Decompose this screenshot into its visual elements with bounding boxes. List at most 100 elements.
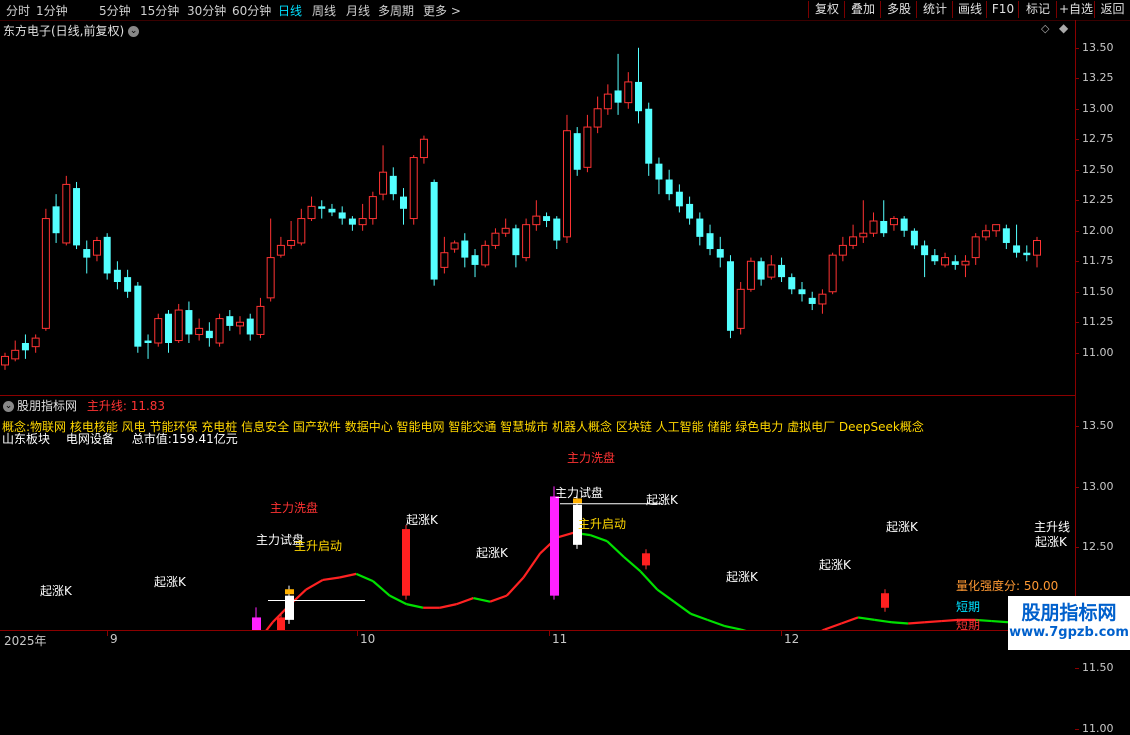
candle — [523, 219, 530, 262]
xaxis-label-sep: 9 — [110, 632, 118, 646]
qizhang-label: 起涨K — [154, 573, 186, 590]
qizhang-label: 起涨K — [476, 544, 508, 561]
candle — [390, 167, 397, 200]
candle — [993, 225, 1000, 237]
zhusheng-line-segment — [992, 621, 1009, 622]
stock-title-text: 东方电子(日线,前复权) — [3, 24, 124, 38]
zhusheng-line-segment — [507, 578, 524, 596]
signal-bar — [881, 589, 889, 612]
price-tick: 13.50 — [1082, 42, 1114, 54]
candle — [921, 241, 928, 278]
overlay-button[interactable]: 叠加 — [844, 1, 881, 18]
candle — [747, 258, 754, 292]
price-tick: 13.25 — [1082, 72, 1114, 84]
candle — [1013, 225, 1020, 258]
period-tab-monthly[interactable]: 月线 — [346, 2, 370, 19]
candle — [1034, 237, 1041, 267]
chevron-down-icon[interactable]: ⌄ — [128, 26, 139, 37]
period-tab-daily[interactable]: 日线 — [278, 2, 302, 19]
candle — [32, 334, 39, 352]
candle — [472, 249, 479, 277]
indicator-tick: 12.50 — [1082, 541, 1114, 553]
indicator-tick: 13.00 — [1082, 481, 1114, 493]
zhusheng-line-segment — [641, 571, 658, 589]
zhusheng-line-segment — [691, 614, 708, 620]
period-tab-1min[interactable]: 1分钟 — [36, 2, 68, 19]
qizhang-label: 起涨K — [819, 556, 851, 573]
settings-icon[interactable]: ◆ — [1059, 21, 1068, 35]
zhusheng-line-segment — [590, 535, 607, 541]
draw-line-button[interactable]: 画线 — [952, 1, 987, 18]
back-button[interactable]: 返回 — [1094, 1, 1130, 18]
price-tick: 12.75 — [1082, 133, 1114, 145]
legend-short-1: 短期 — [956, 598, 980, 615]
candlestick-chart[interactable] — [0, 38, 1075, 393]
mark-button[interactable]: 标记 — [1018, 1, 1057, 18]
statistics-button[interactable]: 统计 — [916, 1, 953, 18]
candle — [594, 97, 601, 134]
signal-bar — [550, 486, 559, 599]
add-watchlist-button[interactable]: +自选 — [1056, 1, 1095, 18]
zhusheng-line-segment — [674, 602, 691, 614]
candle — [216, 314, 223, 347]
candle — [1023, 245, 1030, 261]
candle — [318, 200, 325, 218]
candle — [461, 233, 468, 267]
candle — [798, 282, 805, 302]
period-tab-5min[interactable]: 5分钟 — [99, 2, 131, 19]
f10-button[interactable]: F10 — [986, 1, 1019, 18]
candle — [635, 48, 642, 124]
candle — [512, 225, 519, 268]
fuquan-button[interactable]: 复权 — [808, 1, 845, 18]
zhusheng-line-segment — [891, 622, 908, 623]
candle — [185, 302, 192, 343]
candle — [563, 115, 570, 243]
zhusheng-line-segment — [340, 574, 357, 578]
price-tick: 12.50 — [1082, 164, 1114, 176]
qizhang-label: 起涨K — [726, 568, 758, 585]
candle — [911, 228, 918, 249]
candle — [482, 241, 489, 268]
zhusheng-line-segment — [925, 621, 942, 622]
indicator-chart[interactable] — [0, 396, 1075, 630]
xaxis-tick — [357, 631, 358, 636]
candle — [257, 298, 264, 338]
period-tab-15min[interactable]: 15分钟 — [140, 2, 179, 19]
zhusheng-line-segment — [858, 617, 875, 619]
period-tab-weekly[interactable]: 周线 — [312, 2, 336, 19]
period-tab-60min[interactable]: 60分钟 — [232, 2, 271, 19]
candle — [717, 237, 724, 267]
diamond-icon[interactable]: ◇ — [1041, 22, 1049, 35]
zhusheng-line-segment — [406, 604, 423, 608]
zhusheng-line-segment — [825, 623, 842, 629]
candle — [349, 216, 356, 231]
zhusheng-line-segment — [440, 604, 457, 608]
candle — [277, 237, 284, 258]
price-tick: 12.25 — [1082, 194, 1114, 206]
qizhang-label: 起涨K — [886, 518, 918, 535]
candle — [53, 194, 60, 243]
candle — [175, 304, 182, 343]
period-tab-30min[interactable]: 30分钟 — [187, 2, 226, 19]
watermark: 股朋指标网 www.7gpzb.com — [1008, 596, 1130, 650]
qizhang-label: 起涨K — [406, 511, 438, 528]
candle — [850, 225, 857, 249]
zhusheng-line-segment — [724, 626, 741, 630]
candle — [308, 197, 315, 221]
period-tab-more[interactable]: 更多 > — [423, 2, 461, 19]
candle — [145, 334, 152, 358]
candle — [543, 212, 550, 227]
signal-bar — [252, 607, 261, 630]
watermark-title: 股朋指标网 — [1008, 598, 1130, 625]
qizhang-label: 起涨K — [646, 491, 678, 508]
candle — [339, 206, 346, 224]
candle — [860, 200, 867, 243]
candle — [574, 127, 581, 176]
period-tab-multi[interactable]: 多周期 — [378, 2, 414, 19]
multi-stock-button[interactable]: 多股 — [880, 1, 917, 18]
period-tab-fenshi[interactable]: 分时 — [6, 2, 30, 19]
zhusheng-line-segment — [306, 580, 323, 590]
candle — [165, 310, 172, 353]
candle — [502, 219, 509, 237]
xaxis-label-oct: 10 — [360, 632, 375, 646]
